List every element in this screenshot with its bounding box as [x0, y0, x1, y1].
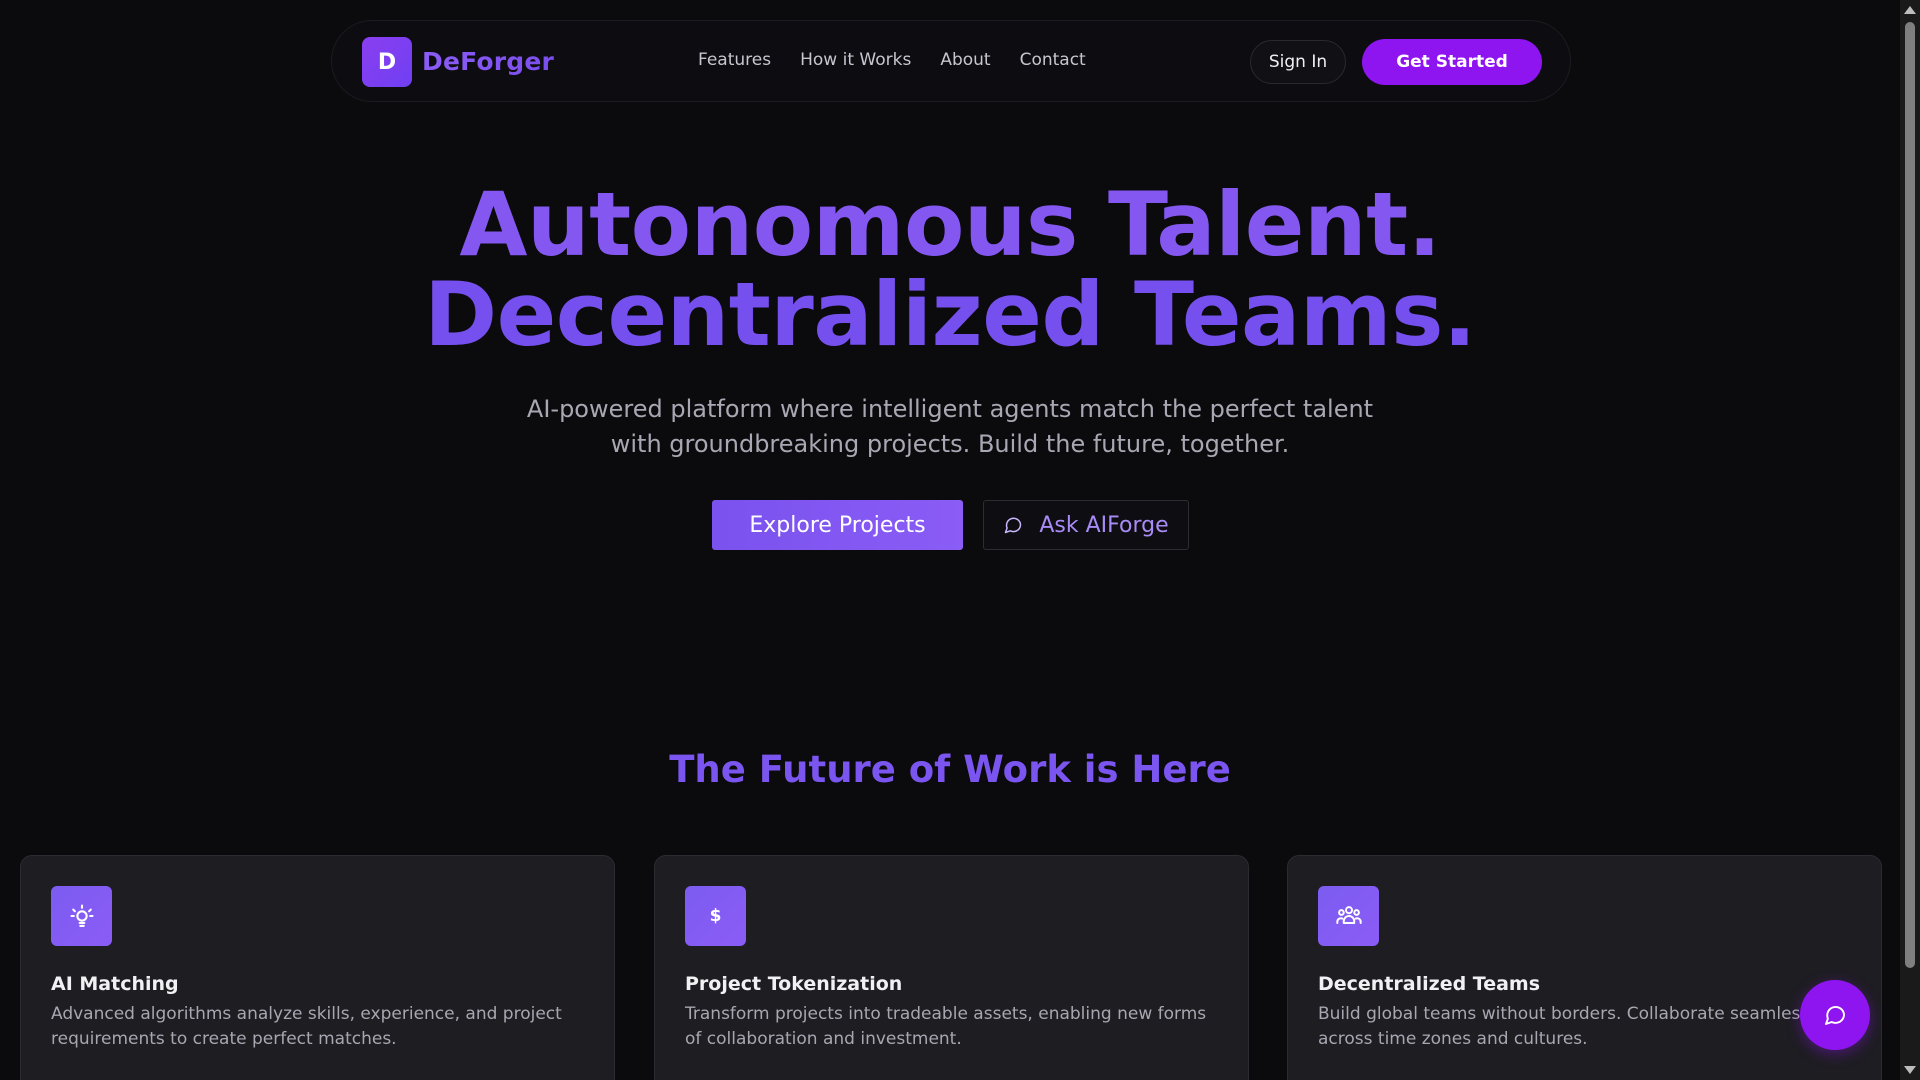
- hero-title-line-2: Decentralized Teams.: [424, 263, 1476, 366]
- get-started-button[interactable]: Get Started: [1362, 39, 1542, 85]
- dollar-sign: $: [709, 906, 722, 926]
- hero-subtitle: AI-powered platform where intelligent ag…: [526, 395, 1374, 458]
- nav-links: Features How it Works About Contact: [698, 50, 1086, 70]
- scroll-up-arrow-icon[interactable]: [1904, 6, 1916, 14]
- nav-link-features[interactable]: Features: [698, 50, 771, 70]
- explore-projects-button[interactable]: Explore Projects: [712, 500, 963, 550]
- ask-aiforge-label: Ask AIForge: [1039, 512, 1169, 538]
- feature-card-description: Transform projects into tradeable assets…: [685, 1004, 1207, 1049]
- feature-card-title: Decentralized Teams: [1318, 973, 1541, 995]
- brand-name[interactable]: DeForger: [422, 47, 554, 76]
- hero-title: Autonomous Talent. Decentralized Teams.: [0, 180, 1900, 360]
- nav-link-contact[interactable]: Contact: [1020, 50, 1086, 70]
- logo-letter: D: [377, 49, 397, 75]
- lightbulb-icon: [51, 886, 112, 946]
- team-icon: [1318, 886, 1379, 946]
- scroll-down-arrow-icon[interactable]: [1904, 1066, 1916, 1074]
- chat-fab-button[interactable]: [1800, 980, 1870, 1050]
- feature-card-decentralized-teams: Decentralized Teams Build global teams w…: [1287, 855, 1882, 1080]
- feature-card-description: Advanced algorithms analyze skills, expe…: [51, 1004, 562, 1049]
- vertical-scrollbar[interactable]: [1900, 0, 1920, 1080]
- feature-card-project-tokenization: $ Project Tokenization Transform project…: [654, 855, 1249, 1080]
- dollar-icon: $: [685, 886, 746, 946]
- feature-card-ai-matching: AI Matching Advanced algorithms analyze …: [20, 855, 615, 1080]
- nav-link-how-it-works[interactable]: How it Works: [800, 50, 911, 70]
- ask-aiforge-button[interactable]: Ask AIForge: [983, 500, 1189, 550]
- nav-link-about[interactable]: About: [940, 50, 990, 70]
- feature-card-title: AI Matching: [51, 973, 179, 995]
- feature-card-description: Build global teams without borders. Coll…: [1318, 1004, 1825, 1049]
- chat-bubble-icon: [1825, 1006, 1845, 1025]
- features-heading: The Future of Work is Here: [669, 748, 1231, 791]
- logo-icon[interactable]: D: [362, 37, 412, 87]
- scrollbar-thumb[interactable]: [1905, 22, 1915, 968]
- navbar: D DeForger Features How it Works About C…: [331, 20, 1571, 102]
- feature-card-title: Project Tokenization: [685, 973, 903, 995]
- hero-title-line-1: Autonomous Talent.: [459, 173, 1441, 276]
- chat-bubble-icon: [1005, 517, 1022, 534]
- sign-in-button[interactable]: Sign In: [1250, 40, 1346, 84]
